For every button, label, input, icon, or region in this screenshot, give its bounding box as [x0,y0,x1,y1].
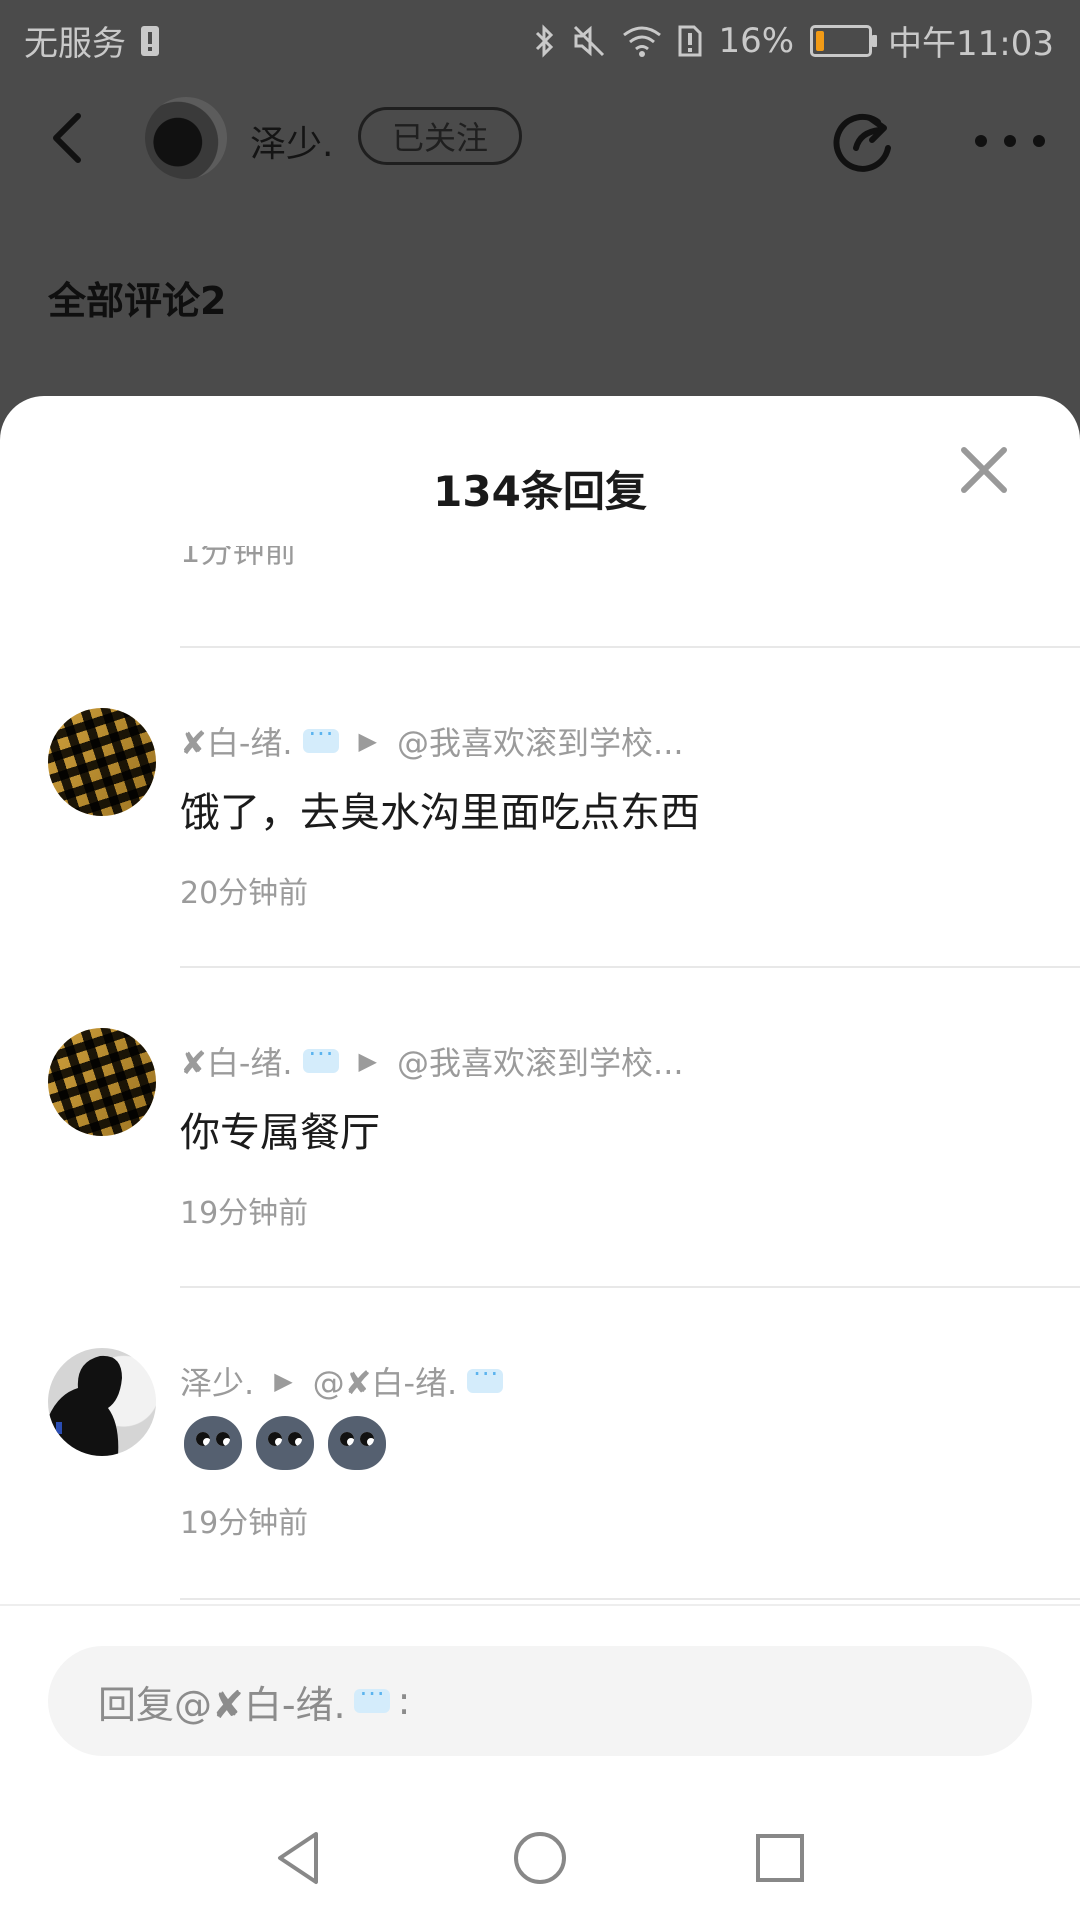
wifi-icon [622,25,662,57]
more-dot [1004,135,1016,147]
close-icon [961,447,1007,493]
nav-home-button[interactable] [510,1828,570,1888]
reply-username[interactable]: ✘白-绪. [180,1038,293,1084]
sd-alert-icon [678,25,702,57]
user-avatar[interactable] [48,1348,156,1456]
close-button[interactable] [958,444,1010,496]
battery-icon [810,24,878,57]
triangle-back-icon [278,1832,318,1884]
follow-button[interactable]: 已关注 [358,107,522,165]
battery-percent: 16% [718,20,795,61]
divider [180,966,1080,968]
author-avatar[interactable] [145,97,227,179]
reply-time: 19分钟前 [180,1506,309,1541]
nav-back-button[interactable] [270,1828,330,1888]
mute-icon [572,24,606,58]
chat-bubble-icon [467,1360,504,1393]
post-header: 泽少. 已关注 [0,90,1080,190]
all-comments-title: 全部评论2 [48,279,227,323]
reply-meta: ✘白-绪. ▶ @我喜欢滚到学校... [180,718,684,764]
system-navigation-bar [0,1790,1080,1920]
sim-alert-icon [140,25,160,57]
chat-bubble-icon [353,1680,390,1713]
reply-time: 20分钟前 [180,876,309,911]
reply-target[interactable]: @我喜欢滚到学校... [397,1038,684,1084]
reply-content: 你专属餐厅 [180,1110,380,1156]
more-dot [975,135,987,147]
back-button[interactable] [48,110,98,170]
share-button[interactable] [830,108,896,174]
more-dot [1033,135,1045,147]
reply-input[interactable]: 回复@✘白-绪. : [48,1646,1032,1756]
reply-emoji-row [184,1416,386,1470]
user-avatar[interactable] [48,1028,156,1136]
reply-input-placeholder: 回复@✘白-绪. [98,1682,346,1727]
reply-username[interactable]: ✘白-绪. [180,718,293,764]
play-arrow-icon: ▶ [358,1047,378,1075]
reply-target[interactable]: @我喜欢滚到学校... [397,718,684,764]
cat-face-emoji-icon [256,1416,314,1470]
chevron-left-icon [53,113,81,163]
chat-bubble-icon [302,720,339,753]
battery-level-fill [816,30,825,51]
status-bar: 无服务 16% 中午11:03 [0,0,1080,74]
reply-content: 饿了，去臭水沟里面吃点东西 [180,790,700,836]
circle-home-icon [514,1832,566,1884]
divider [180,1598,1080,1600]
more-options-button[interactable] [975,126,1045,156]
reply-meta: ✘白-绪. ▶ @我喜欢滚到学校... [180,1038,684,1084]
clock: 中午11:03 [888,24,1054,64]
author-name[interactable]: 泽少. [250,115,333,167]
divider [180,646,1080,648]
reply-input-suffix: : [397,1679,411,1723]
sheet-title: 134条回复 [433,467,647,516]
share-icon [833,113,891,172]
divider [180,1286,1080,1288]
user-avatar[interactable] [48,708,156,816]
reply-username[interactable]: 泽少. [180,1358,254,1404]
play-arrow-icon: ▶ [274,1367,293,1395]
input-bar-divider [0,1604,1080,1606]
square-recents-icon [756,1834,804,1882]
nav-recents-button[interactable] [750,1828,810,1888]
cat-face-emoji-icon [328,1416,386,1470]
reply-meta: 泽少. ▶ @✘白-绪. [180,1358,504,1404]
reply-time: 19分钟前 [180,1196,309,1231]
previous-reply-time: 1分钟前 [180,546,297,568]
chat-bubble-icon [302,1040,339,1073]
reply-target[interactable]: @✘白-绪. [313,1358,458,1404]
play-arrow-icon: ▶ [358,727,378,755]
cat-face-emoji-icon [184,1416,242,1470]
carrier-label: 无服务 [24,24,126,64]
bluetooth-icon [534,23,556,58]
